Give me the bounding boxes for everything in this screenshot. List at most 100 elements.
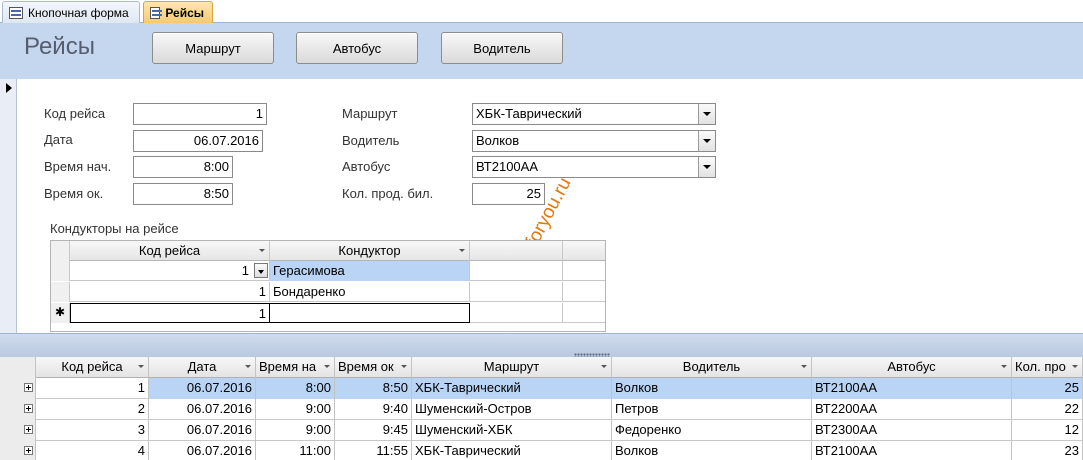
cell-empty: [470, 261, 563, 281]
cell-trip-code[interactable]: 3: [36, 420, 149, 441]
cell-driver[interactable]: Волков: [612, 441, 812, 460]
sort-arrow-icon[interactable]: [401, 365, 407, 368]
chevron-down-icon[interactable]: [698, 131, 715, 151]
table-row[interactable]: 1 06.07.2016 8:00 8:50 ХБК-Таврический В…: [0, 378, 1083, 399]
header-route[interactable]: Маршрут: [412, 357, 612, 378]
cell-trip-code[interactable]: 1: [70, 303, 270, 323]
header-bus[interactable]: Автобус: [812, 357, 1012, 378]
driver-combo[interactable]: Волков: [472, 130, 716, 152]
record-selector[interactable]: [0, 79, 17, 333]
cell-driver[interactable]: Волков: [612, 378, 812, 399]
sort-arrow-icon[interactable]: [1001, 365, 1007, 368]
cell-bus[interactable]: ВТ2200АА: [812, 399, 1012, 420]
cell-conductor[interactable]: Бондаренко: [270, 282, 470, 302]
start-time-field[interactable]: 8:00: [133, 156, 233, 178]
header-tickets[interactable]: Кол. про: [1012, 357, 1083, 378]
cell-bus[interactable]: ВТ2100АА: [812, 441, 1012, 460]
chevron-down-icon[interactable]: [698, 157, 715, 177]
cell-bus[interactable]: ВТ2100АА: [812, 378, 1012, 399]
route-button[interactable]: Маршрут: [152, 32, 274, 64]
cell-driver[interactable]: Федоренко: [612, 420, 812, 441]
bus-combo[interactable]: ВТ2100АА: [472, 156, 716, 178]
header-trip-code[interactable]: Код рейса: [36, 357, 149, 378]
sort-arrow-icon[interactable]: [601, 365, 607, 368]
sort-arrow-icon[interactable]: [459, 249, 465, 252]
cell-route[interactable]: ХБК-Таврический: [412, 441, 612, 460]
tab-trips[interactable]: Рейсы: [143, 1, 213, 24]
select-all-corner[interactable]: [51, 241, 70, 261]
cell-route[interactable]: ХБК-Таврический: [412, 378, 612, 399]
conductors-subform[interactable]: Код рейса Кондуктор 1 Герасимова 1 Бонда…: [50, 240, 606, 332]
cell-bus[interactable]: ВТ2300АА: [812, 420, 1012, 441]
header-date[interactable]: Дата: [149, 357, 256, 378]
cell-tickets[interactable]: 12: [1012, 420, 1083, 441]
new-record-row[interactable]: ✱ 1: [51, 303, 605, 323]
cell-conductor[interactable]: Герасимова: [270, 261, 470, 281]
cell-route[interactable]: Шуменский-Остров: [412, 399, 612, 420]
sort-arrow-icon[interactable]: [1072, 365, 1078, 368]
row-selector[interactable]: [0, 441, 36, 460]
cell-date[interactable]: 06.07.2016: [149, 378, 256, 399]
cell-end-time[interactable]: 11:55: [335, 441, 412, 460]
row-selector[interactable]: [0, 378, 36, 399]
cell-conductor[interactable]: [270, 303, 470, 323]
header-start-time[interactable]: Время на: [256, 357, 335, 378]
select-all-corner[interactable]: [0, 357, 36, 378]
subform-header-conductor[interactable]: Кондуктор: [270, 241, 470, 261]
cell-trip-code[interactable]: 2: [36, 399, 149, 420]
end-time-field[interactable]: 8:50: [133, 183, 233, 205]
cell-date[interactable]: 06.07.2016: [149, 399, 256, 420]
table-row[interactable]: 3 06.07.2016 9:00 9:45 Шуменский-ХБК Фед…: [0, 420, 1083, 441]
bus-button[interactable]: Автобус: [296, 32, 418, 64]
expand-plus-icon[interactable]: [24, 446, 33, 455]
route-combo[interactable]: ХБК-Таврический: [472, 103, 716, 125]
new-record-icon[interactable]: ✱: [51, 303, 70, 323]
cell-start-time[interactable]: 9:00: [256, 399, 335, 420]
table-row[interactable]: 2 06.07.2016 9:00 9:40 Шуменский-Остров …: [0, 399, 1083, 420]
cell-start-time[interactable]: 9:00: [256, 420, 335, 441]
expand-plus-icon[interactable]: [24, 425, 33, 434]
subform-header-trip-code[interactable]: Код рейса: [70, 241, 270, 261]
expand-plus-icon[interactable]: [24, 404, 33, 413]
tab-switchboard[interactable]: Кнопочная форма: [2, 1, 140, 23]
cell-trip-code[interactable]: 1: [36, 378, 149, 399]
cell-trip-code[interactable]: 4: [36, 441, 149, 460]
cell-start-time[interactable]: 11:00: [256, 441, 335, 460]
chevron-down-icon[interactable]: [254, 263, 268, 278]
trips-datasheet[interactable]: Код рейса Дата Время на Время ок Маршрут…: [0, 357, 1083, 460]
driver-button[interactable]: Водитель: [441, 32, 563, 64]
date-field[interactable]: 06.07.2016: [133, 130, 263, 152]
cell-route[interactable]: Шуменский-ХБК: [412, 420, 612, 441]
row-selector[interactable]: [51, 261, 70, 281]
split-form-divider[interactable]: [0, 333, 1083, 357]
sort-arrow-icon[interactable]: [324, 365, 330, 368]
header-end-time[interactable]: Время ок: [335, 357, 412, 378]
table-row[interactable]: 1 Герасимова: [51, 261, 605, 281]
header-driver[interactable]: Водитель: [612, 357, 812, 378]
row-selector[interactable]: [0, 399, 36, 420]
cell-date[interactable]: 06.07.2016: [149, 420, 256, 441]
table-row[interactable]: 1 Бондаренко: [51, 282, 605, 302]
cell-tickets[interactable]: 22: [1012, 399, 1083, 420]
cell-start-time[interactable]: 8:00: [256, 378, 335, 399]
sort-arrow-icon[interactable]: [801, 365, 807, 368]
cell-trip-code[interactable]: 1: [70, 261, 270, 281]
cell-end-time[interactable]: 8:50: [335, 378, 412, 399]
cell-end-time[interactable]: 9:45: [335, 420, 412, 441]
cell-date[interactable]: 06.07.2016: [149, 441, 256, 460]
cell-end-time[interactable]: 9:40: [335, 399, 412, 420]
tickets-field[interactable]: 25: [472, 183, 545, 205]
chevron-down-icon[interactable]: [698, 104, 715, 124]
cell-tickets[interactable]: 25: [1012, 378, 1083, 399]
trip-code-field[interactable]: 1: [133, 103, 267, 125]
row-selector[interactable]: [51, 282, 70, 302]
sort-arrow-icon[interactable]: [138, 365, 144, 368]
row-selector[interactable]: [0, 420, 36, 441]
expand-plus-icon[interactable]: [24, 383, 33, 392]
cell-trip-code[interactable]: 1: [70, 282, 270, 302]
cell-tickets[interactable]: 23: [1012, 441, 1083, 460]
sort-arrow-icon[interactable]: [259, 249, 265, 252]
sort-arrow-icon[interactable]: [245, 365, 251, 368]
table-row[interactable]: 4 06.07.2016 11:00 11:55 ХБК-Таврический…: [0, 441, 1083, 460]
cell-driver[interactable]: Петров: [612, 399, 812, 420]
